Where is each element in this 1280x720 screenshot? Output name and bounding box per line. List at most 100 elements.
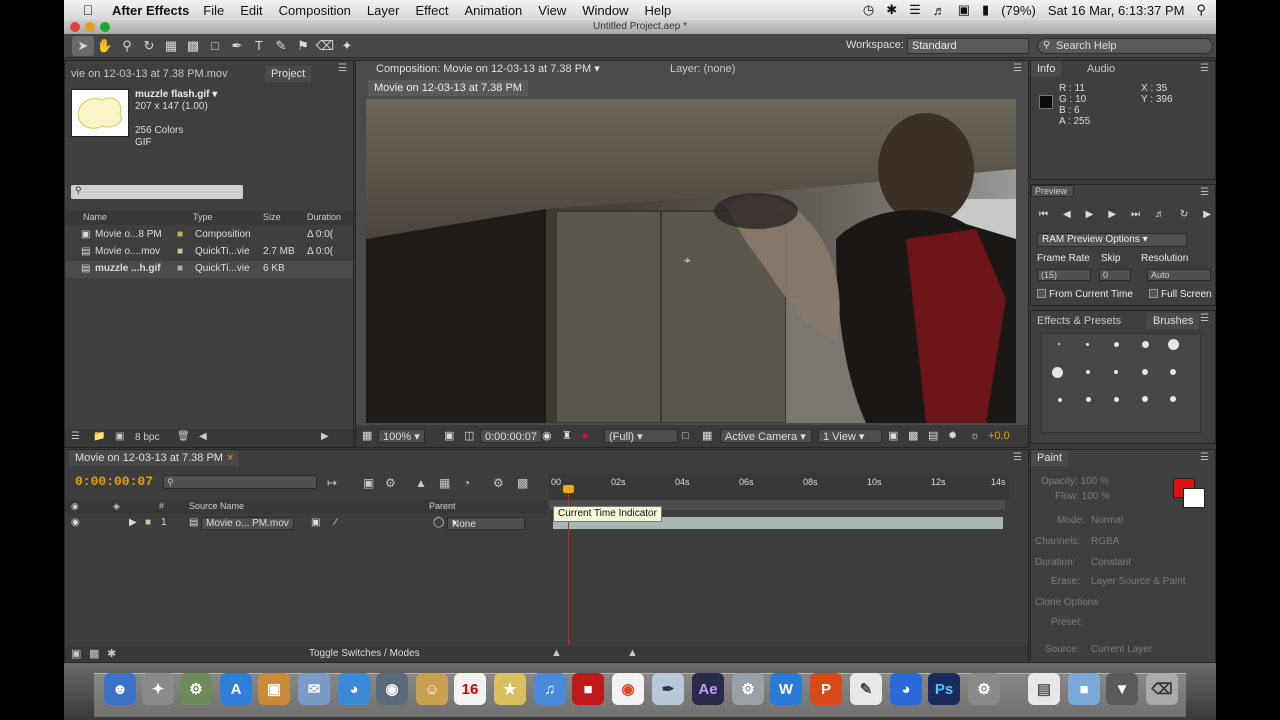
- reset-exposure-icon[interactable]: ✹: [948, 429, 957, 443]
- fast-previews-icon[interactable]: ▩: [908, 429, 918, 443]
- minimize-window-icon[interactable]: [85, 22, 95, 32]
- mode-select[interactable]: Normal: [1091, 515, 1123, 526]
- app-store-icon[interactable]: A: [220, 673, 252, 705]
- scroll-right-icon[interactable]: ▶: [321, 431, 329, 442]
- brush-tool-icon[interactable]: ✎: [270, 36, 292, 56]
- time-ruler[interactable]: 00 02s 04s 06s 08s 10s 12s 14s: [549, 474, 1009, 500]
- eraser-tool-icon[interactable]: ⌫: [314, 36, 336, 56]
- transparency-grid-icon[interactable]: ▦: [702, 429, 712, 443]
- frame-blending-icon[interactable]: ▦: [439, 476, 450, 490]
- channel-icon[interactable]: ●: [582, 429, 589, 443]
- tab-footage[interactable]: vie on 12-03-13 at 7.38 PM.mov: [65, 66, 234, 82]
- volume-icon[interactable]: ♬: [933, 3, 946, 18]
- column-size[interactable]: Size: [263, 212, 281, 222]
- zoom-in-icon[interactable]: ▲: [627, 647, 638, 659]
- skip-select[interactable]: 0: [1099, 269, 1131, 281]
- apple-menu-icon[interactable]: : [64, 2, 112, 18]
- calendar-icon[interactable]: 16: [454, 673, 486, 705]
- brush-tip[interactable]: [1142, 369, 1148, 375]
- mute-audio-icon[interactable]: ♬: [1155, 209, 1165, 223]
- rectangle-tool-icon[interactable]: □: [204, 36, 226, 56]
- menu-edit[interactable]: Edit: [240, 3, 262, 18]
- column-parent[interactable]: Parent: [429, 501, 456, 511]
- flow-value[interactable]: Flow: 100 %: [1055, 491, 1110, 502]
- exposure-icon[interactable]: ☼: [970, 429, 980, 443]
- panel-menu-icon[interactable]: ☰: [1200, 187, 1209, 198]
- tab-preview[interactable]: Preview: [1031, 185, 1075, 197]
- tab-effects-presets[interactable]: Effects & Presets: [1031, 313, 1127, 329]
- frame-rate-select[interactable]: (15): [1037, 269, 1091, 281]
- zoom-out-icon[interactable]: ▲: [551, 647, 562, 659]
- pick-whip-icon[interactable]: ◯: [433, 517, 444, 528]
- parent-select[interactable]: None ▾: [447, 517, 525, 530]
- av-features-icon[interactable]: ◉: [71, 501, 79, 512]
- project-item[interactable]: ▤ muzzle ...h.gif ■ QuickTi...vie 6 KB: [65, 261, 353, 278]
- draft-3d-icon[interactable]: ⚙: [385, 476, 396, 490]
- motion-blur-icon[interactable]: ◔: [463, 476, 470, 490]
- brush-tip[interactable]: [1114, 342, 1119, 347]
- graph-editor-icon[interactable]: ⚙: [493, 476, 504, 490]
- video-visibility-icon[interactable]: ◉: [71, 517, 80, 528]
- brush-tip[interactable]: [1142, 396, 1148, 402]
- contacts-icon[interactable]: ☺: [416, 673, 448, 705]
- close-window-icon[interactable]: [70, 22, 80, 32]
- folder-icon[interactable]: ■: [1068, 673, 1100, 705]
- ram-preview-options-select[interactable]: RAM Preview Options ▾: [1037, 233, 1187, 247]
- live-update-icon[interactable]: ▣: [363, 476, 374, 490]
- snapshot-icon[interactable]: ◫: [464, 429, 474, 443]
- timeline-current-time[interactable]: 0:00:00:07: [75, 474, 153, 489]
- tab-paint[interactable]: Paint: [1031, 450, 1069, 466]
- full-screen-checkbox[interactable]: Full Screen: [1149, 289, 1212, 300]
- word-icon[interactable]: W: [770, 673, 802, 705]
- timeline-search-input[interactable]: ⚲: [163, 475, 317, 489]
- comp-current-time[interactable]: 0:00:00:07: [480, 429, 542, 443]
- photo-booth-icon[interactable]: ■: [572, 673, 604, 705]
- previous-frame-icon[interactable]: ◀: [1063, 209, 1071, 223]
- menu-effect[interactable]: Effect: [415, 3, 448, 18]
- system-preferences-icon[interactable]: ⚙: [968, 673, 1000, 705]
- menu-file[interactable]: File: [203, 3, 224, 18]
- time-machine-icon[interactable]: ◷: [863, 2, 874, 18]
- source-select[interactable]: Current Layer: [1091, 644, 1152, 655]
- transfer-controls-icon[interactable]: ▩: [89, 647, 99, 660]
- wifi-icon[interactable]: ☰: [909, 2, 921, 18]
- erase-select[interactable]: Layer Source & Paint: [1091, 576, 1186, 587]
- hand-tool-icon[interactable]: ✋: [94, 36, 116, 56]
- column-source-name[interactable]: Source Name: [189, 501, 244, 511]
- layer-label-color-icon[interactable]: ■: [145, 517, 151, 528]
- from-current-time-checkbox[interactable]: From Current Time: [1037, 289, 1133, 300]
- tab-project[interactable]: Project: [265, 66, 312, 82]
- channels-select[interactable]: RGBA: [1091, 536, 1119, 547]
- new-folder-icon[interactable]: 📁: [93, 431, 105, 442]
- footage-name[interactable]: muzzle flash.gif ▾: [135, 89, 217, 101]
- brush-tip[interactable]: [1168, 339, 1179, 350]
- always-preview-icon[interactable]: ▦: [362, 429, 372, 443]
- tab-layer[interactable]: Layer: (none): [664, 61, 741, 77]
- menubar-clock[interactable]: Sat 16 Mar, 6:13:37 PM: [1048, 3, 1185, 18]
- comp-name-tab[interactable]: Movie on 12-03-13 at 7.38 PM: [368, 80, 528, 96]
- column-type[interactable]: Type: [193, 212, 213, 222]
- trash-icon[interactable]: 🗑: [177, 431, 190, 442]
- brush-tip[interactable]: [1058, 343, 1060, 345]
- network-icon[interactable]: ◕: [890, 673, 922, 705]
- document-icon[interactable]: ▤: [1028, 673, 1060, 705]
- quality-switch-icon[interactable]: ∕: [335, 517, 337, 528]
- comp-mini-flowchart-icon[interactable]: ↦: [327, 476, 337, 490]
- tab-brushes[interactable]: Brushes: [1147, 313, 1200, 329]
- label-column-icon[interactable]: ◈: [113, 501, 120, 512]
- bit-depth-button[interactable]: 8 bpc: [135, 432, 159, 443]
- shy-switch-icon[interactable]: ▣: [311, 517, 320, 528]
- flowchart-icon[interactable]: ▤: [928, 429, 938, 443]
- clone-stamp-tool-icon[interactable]: ⚑: [292, 36, 314, 56]
- brush-tip[interactable]: [1170, 369, 1176, 375]
- type-tool-icon[interactable]: T: [248, 36, 270, 56]
- brush-tip[interactable]: [1170, 396, 1176, 402]
- brainstorm-icon[interactable]: ▩: [517, 476, 528, 490]
- tab-composition[interactable]: Composition: Movie on 12-03-13 at 7.38 P…: [370, 61, 606, 77]
- brush-tip-grid[interactable]: [1041, 333, 1201, 433]
- region-of-interest-icon[interactable]: □: [682, 429, 689, 443]
- show-snapshot-icon[interactable]: ♜: [562, 429, 572, 443]
- brush-tip[interactable]: [1086, 370, 1090, 374]
- resolution-select[interactable]: Auto: [1147, 269, 1211, 281]
- last-frame-icon[interactable]: ⏭: [1131, 209, 1140, 223]
